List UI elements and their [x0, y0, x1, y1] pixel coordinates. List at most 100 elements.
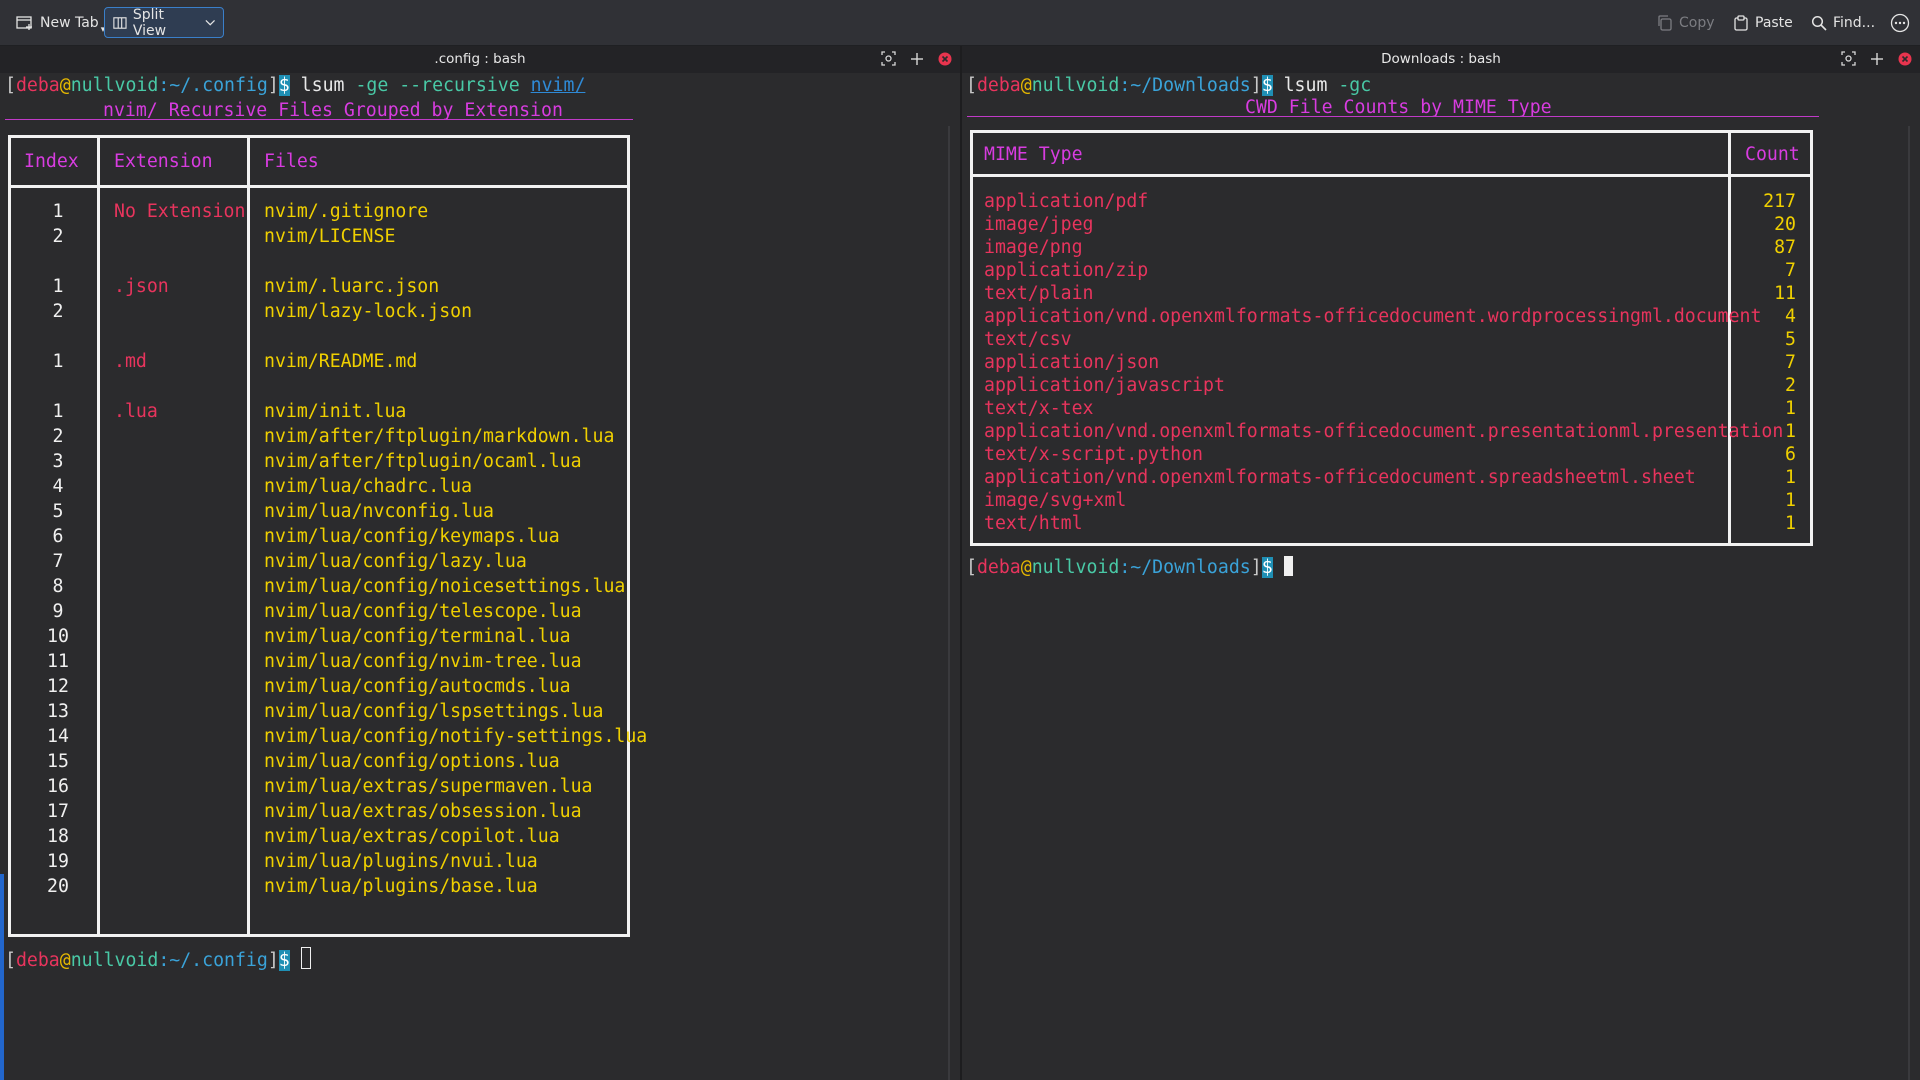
copy-button[interactable]: Copy [1649, 7, 1723, 38]
row-index: 16 [47, 776, 69, 797]
find-label: Find... [1833, 14, 1876, 31]
row-file: nvim/lua/config/notify-settings.lua [264, 726, 648, 747]
close-icon[interactable] [938, 52, 952, 66]
prompt-line[interactable]: [deba@nullvoid:~/.config]$ [5, 947, 311, 973]
paste-button[interactable]: Paste [1725, 7, 1801, 38]
table-border-left [8, 135, 11, 937]
row-file: nvim/.gitignore [264, 201, 429, 222]
prompt-line[interactable]: [deba@nullvoid:~/Downloads]$ [966, 555, 1293, 580]
row-count: 1 [1785, 467, 1796, 488]
row-file: nvim/lua/nvconfig.lua [264, 501, 494, 522]
row-count: 4 [1785, 306, 1796, 327]
search-icon [1811, 15, 1827, 31]
right-terminal-pane[interactable]: Downloads : bash [deba@nullvoid:~/Downlo… [962, 46, 1920, 1080]
row-count: 87 [1774, 237, 1796, 258]
row-file: nvim/lua/config/terminal.lua [264, 626, 571, 647]
row-file: nvim/lua/extras/obsession.lua [264, 801, 582, 822]
table-border-right [627, 135, 630, 937]
row-count: 2 [1785, 375, 1796, 396]
row-index: 8 [52, 576, 64, 597]
left-scrollbar[interactable] [948, 126, 950, 1080]
more-options-icon [1890, 13, 1910, 32]
row-extension: No Extension [114, 201, 246, 222]
row-file: nvim/init.lua [264, 401, 407, 422]
row-file: nvim/lua/config/keymaps.lua [264, 526, 560, 547]
new-tab-label: New Tab [40, 14, 99, 31]
chevron-down-icon [205, 19, 215, 26]
row-index: 7 [52, 551, 64, 572]
command-line: [deba@nullvoid:~/.config]$ lsum -ge --re… [5, 75, 586, 96]
row-mime-type: text/x-tex [984, 398, 1094, 419]
focus-icon[interactable] [1841, 51, 1856, 66]
row-file: nvim/lua/config/options.lua [264, 751, 560, 772]
row-count: 1 [1785, 490, 1796, 511]
table-border-right [1810, 130, 1813, 546]
split-view-button[interactable]: Split View [104, 7, 224, 39]
left-terminal[interactable]: [deba@nullvoid:~/.config]$ lsum -ge --re… [0, 73, 960, 1080]
row-index: 15 [47, 751, 69, 772]
split-view-icon [113, 16, 127, 29]
find-button[interactable]: Find... [1803, 7, 1883, 38]
table-border-top [8, 135, 630, 138]
row-index: 1 [52, 351, 64, 372]
cursor [300, 947, 311, 969]
row-extension: .md [114, 351, 147, 372]
row-mime-type: text/x-script.python [984, 444, 1203, 465]
row-mime-type: application/vnd.openxmlformats-officedoc… [984, 467, 1696, 488]
right-pane-title: Downloads : bash [1381, 51, 1501, 67]
row-mime-type: image/png [984, 237, 1083, 258]
table-col-divider-2 [247, 135, 250, 937]
paste-label: Paste [1755, 14, 1793, 31]
row-file: nvim/lua/config/telescope.lua [264, 601, 582, 622]
more-options-button[interactable] [1886, 7, 1914, 38]
row-index: 1 [52, 401, 64, 422]
row-index: 5 [52, 501, 64, 522]
copy-label: Copy [1679, 14, 1715, 31]
row-file: nvim/lua/extras/copilot.lua [264, 826, 560, 847]
header-extension: Extension [114, 151, 213, 172]
row-file: nvim/lua/chadrc.lua [264, 476, 473, 497]
row-count: 11 [1774, 283, 1796, 304]
row-index: 1 [52, 201, 64, 222]
title-underline [967, 116, 1819, 117]
row-index: 17 [47, 801, 69, 822]
row-index: 2 [52, 301, 64, 322]
row-mime-type: application/zip [984, 260, 1149, 281]
row-index: 12 [47, 676, 69, 697]
right-scrollbar[interactable] [1908, 126, 1910, 1080]
row-mime-type: text/csv [984, 329, 1072, 350]
add-split-icon[interactable] [1870, 52, 1884, 66]
table-border-top [970, 130, 1813, 133]
row-extension: .lua [114, 401, 158, 422]
row-index: 2 [52, 426, 64, 447]
row-count: 6 [1785, 444, 1796, 465]
row-index: 10 [47, 626, 69, 647]
row-index: 9 [52, 601, 64, 622]
new-tab-button[interactable]: New Tab ▾ [8, 7, 117, 38]
add-split-icon[interactable] [910, 52, 924, 66]
row-mime-type: image/jpeg [984, 214, 1094, 235]
left-pane-header: .config : bash [0, 46, 960, 73]
row-file: nvim/lua/config/noicesettings.lua [264, 576, 626, 597]
left-terminal-pane[interactable]: .config : bash [deba@nullvoid:~/.config]… [0, 46, 960, 1080]
header-files: Files [264, 151, 319, 172]
focus-icon[interactable] [881, 51, 896, 66]
row-index: 3 [52, 451, 64, 472]
row-index: 2 [52, 226, 64, 247]
header-mime-type: MIME Type [984, 144, 1083, 165]
right-terminal[interactable]: [deba@nullvoid:~/Downloads]$ lsum -gc CW… [962, 73, 1920, 1080]
copy-icon [1658, 14, 1672, 31]
table-header-separator [970, 174, 1813, 177]
left-pane-title: .config : bash [434, 51, 526, 67]
row-index: 11 [47, 651, 69, 672]
row-mime-type: text/html [984, 513, 1083, 534]
row-count: 217 [1763, 191, 1796, 212]
row-index: 19 [47, 851, 69, 872]
table-border-left [970, 130, 973, 546]
row-mime-type: application/pdf [984, 191, 1149, 212]
row-index: 20 [47, 876, 69, 897]
row-index: 6 [52, 526, 64, 547]
row-file: nvim/after/ftplugin/ocaml.lua [264, 451, 582, 472]
row-file: nvim/lua/config/nvim-tree.lua [264, 651, 582, 672]
close-icon[interactable] [1898, 52, 1912, 66]
